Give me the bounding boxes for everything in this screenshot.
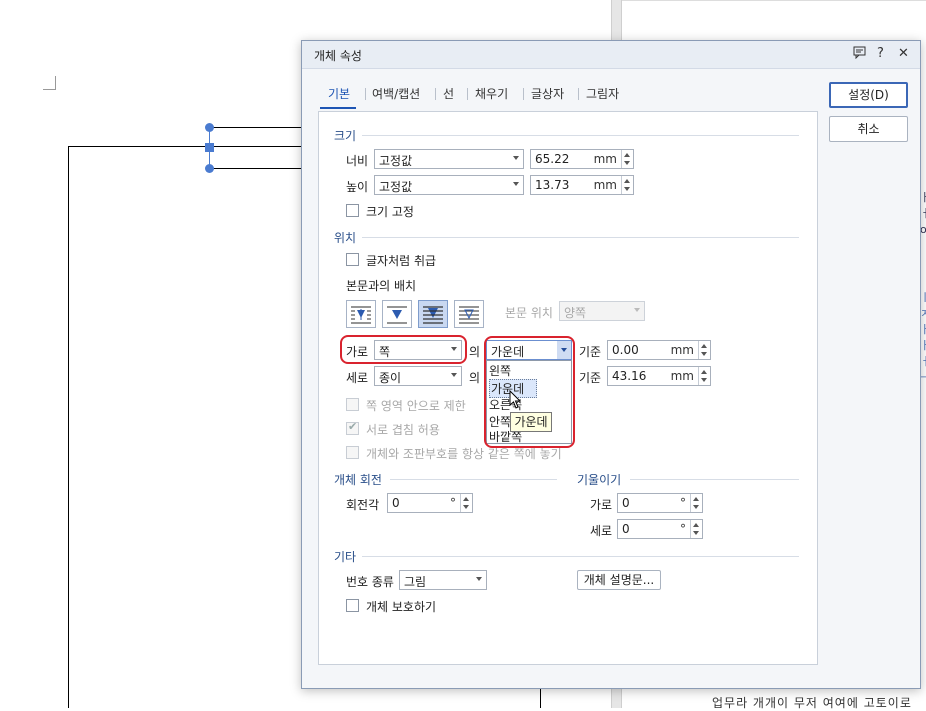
rotation-angle-label: 회전각 [346,498,380,512]
same-page-checkbox [346,446,359,459]
spin-up-icon [624,179,630,183]
wrap-square-button[interactable] [346,300,376,328]
comment-icon[interactable] [853,46,866,63]
width-input[interactable]: 65.22 mm [530,149,634,169]
spin-down-icon [693,531,699,535]
allow-overlap-checkbox: ✔ [346,420,359,435]
tab-line[interactable]: 선 [443,85,454,102]
base-label: 기준 [579,345,602,359]
checkmark-icon: ✔ [348,420,358,433]
help-icon[interactable]: ? [877,46,884,61]
of-label: 의 [469,371,481,385]
wrap-in-front-icon [459,306,479,324]
dialog-titlebar: 개체 속성 ? ✕ [302,41,920,69]
body-position-select: 양쪽 [559,301,645,321]
skew-vertical-input[interactable]: 0 ° [617,519,703,539]
height-label: 높이 [346,180,369,194]
tab-basic[interactable]: 기본 [328,85,350,102]
tab-fill[interactable]: 채우기 [475,85,508,102]
selection-handle-bottom[interactable] [205,164,214,173]
close-icon[interactable]: ✕ [898,46,909,61]
object-properties-dialog: 개체 속성 ? ✕ 기본 여백/캡션 선 채우기 글상자 그림자 설정(D) 취… [301,40,921,689]
of-label: 의 [469,345,481,359]
skew-horizontal-input[interactable]: 0 ° [617,493,703,513]
vertical-reference-select[interactable]: 종이 [374,366,462,386]
lock-size-checkbox[interactable] [346,204,359,217]
spin-down-icon [701,352,707,356]
wrap-square-icon [351,306,371,324]
position-heading: 위치 [334,231,357,245]
base-label: 기준 [579,371,602,385]
cancel-button[interactable]: 취소 [829,116,908,142]
spin-up-icon [693,523,699,527]
wrap-topbottom-button[interactable] [382,300,412,328]
wrap-topbottom-icon [387,306,407,324]
treat-as-char-checkbox[interactable] [346,253,359,266]
etc-heading: 기타 [334,550,357,564]
spin-up-icon [463,497,469,501]
tab-textbox[interactable]: 글상자 [531,85,564,102]
number-type-select[interactable]: 그림 [399,570,487,590]
protect-object-label: 개체 보호하기 [366,600,437,614]
tab-margin-caption[interactable]: 여백/캡션 [372,85,420,102]
selection-handle-top[interactable] [205,123,214,132]
document-bottom-text: 업무라 개개이 무저 여여에 고토이로 [712,696,912,710]
spin-down-icon [701,378,707,382]
wrap-behind-text-icon [423,306,443,324]
ok-button[interactable]: 설정(D) [829,82,908,108]
horizontal-offset-input[interactable]: 0.00 mm [607,340,711,360]
skew-vertical-label: 세로 [590,524,613,538]
spin-up-icon [701,370,707,374]
spin-down-icon [624,161,630,165]
lock-size-label: 크기 고정 [366,205,414,219]
spin-down-icon [693,505,699,509]
vertical-label: 세로 [346,371,369,385]
skew-horizontal-label: 가로 [590,498,613,512]
body-position-label: 본문 위치 [505,306,553,320]
spin-up-icon [693,497,699,501]
limit-page-label: 쪽 영역 안으로 제한 [366,399,466,413]
limit-page-checkbox [346,398,359,411]
rotation-heading: 개체 회전 [334,473,382,487]
rotation-angle-input[interactable]: 0 ° [387,493,473,513]
dialog-title: 개체 속성 [314,49,362,63]
tab-shadow[interactable]: 그림자 [586,85,619,102]
width-label: 너비 [346,154,369,168]
width-mode-select[interactable]: 고정값 [374,149,524,169]
wrap-behind-text-button[interactable] [418,300,448,328]
wrap-in-front-button[interactable] [454,300,484,328]
treat-as-char-label: 글자처럼 취급 [366,254,437,268]
highlight-horizontal-reference [340,335,467,364]
wrap-label: 본문과의 배치 [346,279,417,293]
highlight-horizontal-align [484,336,575,448]
protect-object-checkbox[interactable] [346,599,359,612]
number-type-label: 번호 종류 [346,575,394,589]
skew-heading: 기울이기 [577,473,622,487]
allow-overlap-label: 서로 겹침 허용 [366,423,440,437]
object-description-button[interactable]: 개체 설명문... [577,570,661,590]
vertical-offset-input[interactable]: 43.16 mm [607,366,711,386]
active-tab-indicator [320,107,356,109]
spin-down-icon [624,187,630,191]
spin-down-icon [463,505,469,509]
size-heading: 크기 [334,129,357,143]
height-mode-select[interactable]: 고정값 [374,175,524,195]
spin-up-icon [624,153,630,157]
selection-handle-middle[interactable] [205,143,214,152]
height-input[interactable]: 13.73 mm [530,175,634,195]
spin-up-icon [701,344,707,348]
